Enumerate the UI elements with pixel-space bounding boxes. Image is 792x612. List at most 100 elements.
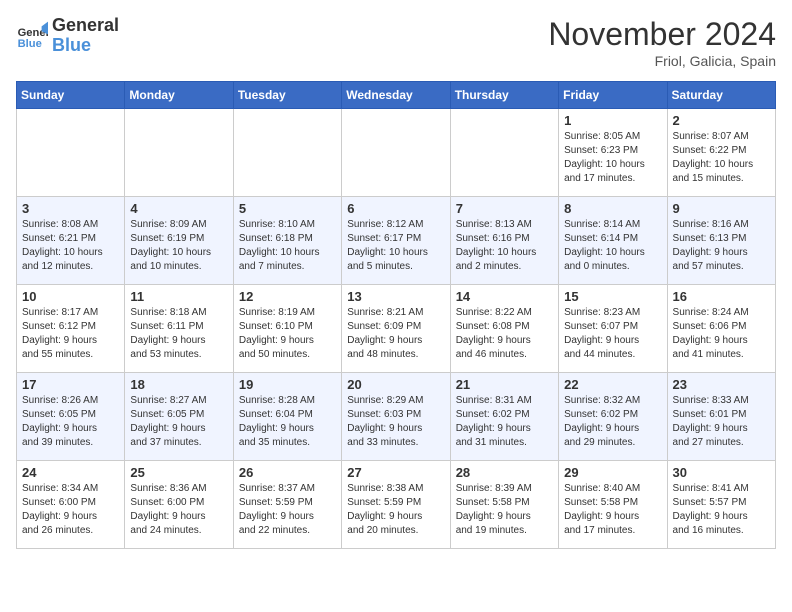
day-info: Sunrise: 8:13 AM Sunset: 6:16 PM Dayligh… — [456, 218, 553, 274]
day-info: Sunrise: 8:21 AM Sunset: 6:09 PM Dayligh… — [347, 306, 444, 362]
calendar-cell: 22Sunrise: 8:32 AM Sunset: 6:02 PM Dayli… — [559, 373, 667, 461]
day-number: 2 — [673, 113, 770, 128]
calendar-cell — [233, 109, 341, 197]
calendar-cell: 12Sunrise: 8:19 AM Sunset: 6:10 PM Dayli… — [233, 285, 341, 373]
day-number: 13 — [347, 289, 444, 304]
calendar-cell: 24 Sunrise: 8:34 AM Sunset: 6:00 PM Dayli… — [17, 461, 125, 549]
day-info: Sunrise: 8:33 AM Sunset: 6:01 PM Dayligh… — [673, 394, 770, 450]
month-title: November 2024 — [548, 16, 776, 53]
day-number: 23 — [673, 377, 770, 392]
day-number: 22 — [564, 377, 661, 392]
day-number: 25 — [130, 465, 227, 480]
logo-text: GeneralBlue — [52, 16, 119, 56]
calendar-week-row: 24 Sunrise: 8:34 AM Sunset: 6:00 PM Dayli… — [17, 461, 776, 549]
svg-text:Blue: Blue — [18, 38, 42, 50]
calendar-cell: 26Sunrise: 8:37 AM Sunset: 5:59 PM Dayli… — [233, 461, 341, 549]
weekday-header: Monday — [125, 82, 233, 109]
day-number: 7 — [456, 201, 553, 216]
day-info: Sunrise: 8:29 AM Sunset: 6:03 PM Dayligh… — [347, 394, 444, 450]
day-number: 8 — [564, 201, 661, 216]
day-number: 30 — [673, 465, 770, 480]
day-number: 10 — [22, 289, 119, 304]
calendar-cell: 20 Sunrise: 8:29 AM Sunset: 6:03 PM Dayli… — [342, 373, 450, 461]
weekday-header: Tuesday — [233, 82, 341, 109]
calendar-week-row: 1Sunrise: 8:05 AM Sunset: 6:23 PM Daylig… — [17, 109, 776, 197]
weekday-header: Sunday — [17, 82, 125, 109]
calendar-cell: 9 Sunrise: 8:16 AM Sunset: 6:13 PM Daylig… — [667, 197, 775, 285]
calendar-cell: 27Sunrise: 8:38 AM Sunset: 5:59 PM Dayli… — [342, 461, 450, 549]
day-number: 29 — [564, 465, 661, 480]
calendar-cell — [342, 109, 450, 197]
calendar-cell: 16 Sunrise: 8:24 AM Sunset: 6:06 PM Dayli… — [667, 285, 775, 373]
day-number: 3 — [22, 201, 119, 216]
calendar-table: SundayMondayTuesdayWednesdayThursdayFrid… — [16, 81, 776, 549]
day-number: 21 — [456, 377, 553, 392]
day-info: Sunrise: 8:12 AM Sunset: 6:17 PM Dayligh… — [347, 218, 444, 274]
calendar-cell — [17, 109, 125, 197]
calendar-cell: 21 Sunrise: 8:31 AM Sunset: 6:02 PM Dayli… — [450, 373, 558, 461]
day-number: 20 — [347, 377, 444, 392]
logo-icon: General Blue — [16, 20, 48, 52]
day-info: Sunrise: 8:24 AM Sunset: 6:06 PM Dayligh… — [673, 306, 770, 362]
day-number: 17 — [22, 377, 119, 392]
weekday-header: Friday — [559, 82, 667, 109]
day-info: Sunrise: 8:40 AM Sunset: 5:58 PM Dayligh… — [564, 482, 661, 538]
day-info: Sunrise: 8:08 AM Sunset: 6:21 PM Dayligh… — [22, 218, 119, 274]
calendar-cell: 15Sunrise: 8:23 AM Sunset: 6:07 PM Dayli… — [559, 285, 667, 373]
day-info: Sunrise: 8:28 AM Sunset: 6:04 PM Dayligh… — [239, 394, 336, 450]
calendar-cell: 14 Sunrise: 8:22 AM Sunset: 6:08 PM Dayli… — [450, 285, 558, 373]
calendar-cell: 3 Sunrise: 8:08 AM Sunset: 6:21 PM Daylig… — [17, 197, 125, 285]
calendar-cell: 1Sunrise: 8:05 AM Sunset: 6:23 PM Daylig… — [559, 109, 667, 197]
location: Friol, Galicia, Spain — [548, 53, 776, 69]
calendar-cell: 30Sunrise: 8:41 AM Sunset: 5:57 PM Dayli… — [667, 461, 775, 549]
day-info: Sunrise: 8:23 AM Sunset: 6:07 PM Dayligh… — [564, 306, 661, 362]
calendar-cell: 7 Sunrise: 8:13 AM Sunset: 6:16 PM Daylig… — [450, 197, 558, 285]
day-info: Sunrise: 8:17 AM Sunset: 6:12 PM Dayligh… — [22, 306, 119, 362]
day-number: 16 — [673, 289, 770, 304]
day-info: Sunrise: 8:34 AM Sunset: 6:00 PM Dayligh… — [22, 482, 119, 538]
calendar-cell — [450, 109, 558, 197]
day-info: Sunrise: 8:26 AM Sunset: 6:05 PM Dayligh… — [22, 394, 119, 450]
calendar-cell: 28Sunrise: 8:39 AM Sunset: 5:58 PM Dayli… — [450, 461, 558, 549]
title-block: November 2024 Friol, Galicia, Spain — [548, 16, 776, 69]
weekday-header: Wednesday — [342, 82, 450, 109]
day-number: 24 — [22, 465, 119, 480]
day-number: 9 — [673, 201, 770, 216]
calendar-cell: 5 Sunrise: 8:10 AM Sunset: 6:18 PM Daylig… — [233, 197, 341, 285]
calendar-cell: 11Sunrise: 8:18 AM Sunset: 6:11 PM Dayli… — [125, 285, 233, 373]
day-number: 4 — [130, 201, 227, 216]
day-info: Sunrise: 8:14 AM Sunset: 6:14 PM Dayligh… — [564, 218, 661, 274]
day-number: 19 — [239, 377, 336, 392]
day-info: Sunrise: 8:22 AM Sunset: 6:08 PM Dayligh… — [456, 306, 553, 362]
calendar-cell: 10 Sunrise: 8:17 AM Sunset: 6:12 PM Dayli… — [17, 285, 125, 373]
day-info: Sunrise: 8:16 AM Sunset: 6:13 PM Dayligh… — [673, 218, 770, 274]
day-info: Sunrise: 8:05 AM Sunset: 6:23 PM Dayligh… — [564, 130, 661, 186]
day-number: 18 — [130, 377, 227, 392]
day-info: Sunrise: 8:07 AM Sunset: 6:22 PM Dayligh… — [673, 130, 770, 186]
day-info: Sunrise: 8:31 AM Sunset: 6:02 PM Dayligh… — [456, 394, 553, 450]
calendar-cell: 23 Sunrise: 8:33 AM Sunset: 6:01 PM Dayli… — [667, 373, 775, 461]
day-number: 5 — [239, 201, 336, 216]
calendar-cell: 4Sunrise: 8:09 AM Sunset: 6:19 PM Daylig… — [125, 197, 233, 285]
weekday-header-row: SundayMondayTuesdayWednesdayThursdayFrid… — [17, 82, 776, 109]
day-info: Sunrise: 8:18 AM Sunset: 6:11 PM Dayligh… — [130, 306, 227, 362]
day-info: Sunrise: 8:10 AM Sunset: 6:18 PM Dayligh… — [239, 218, 336, 274]
calendar-week-row: 3 Sunrise: 8:08 AM Sunset: 6:21 PM Daylig… — [17, 197, 776, 285]
calendar-cell — [125, 109, 233, 197]
day-number: 27 — [347, 465, 444, 480]
calendar-cell: 17 Sunrise: 8:26 AM Sunset: 6:05 PM Dayli… — [17, 373, 125, 461]
weekday-header: Thursday — [450, 82, 558, 109]
day-info: Sunrise: 8:36 AM Sunset: 6:00 PM Dayligh… — [130, 482, 227, 538]
calendar-week-row: 17 Sunrise: 8:26 AM Sunset: 6:05 PM Dayli… — [17, 373, 776, 461]
logo: General Blue GeneralBlue — [16, 16, 119, 56]
day-number: 28 — [456, 465, 553, 480]
calendar-cell: 18 Sunrise: 8:27 AM Sunset: 6:05 PM Dayli… — [125, 373, 233, 461]
day-info: Sunrise: 8:27 AM Sunset: 6:05 PM Dayligh… — [130, 394, 227, 450]
calendar-cell: 25 Sunrise: 8:36 AM Sunset: 6:00 PM Dayli… — [125, 461, 233, 549]
day-number: 14 — [456, 289, 553, 304]
calendar-cell: 19 Sunrise: 8:28 AM Sunset: 6:04 PM Dayli… — [233, 373, 341, 461]
weekday-header: Saturday — [667, 82, 775, 109]
header: General Blue GeneralBlue November 2024 F… — [16, 16, 776, 69]
calendar-cell: 13 Sunrise: 8:21 AM Sunset: 6:09 PM Dayli… — [342, 285, 450, 373]
calendar-cell: 8 Sunrise: 8:14 AM Sunset: 6:14 PM Daylig… — [559, 197, 667, 285]
